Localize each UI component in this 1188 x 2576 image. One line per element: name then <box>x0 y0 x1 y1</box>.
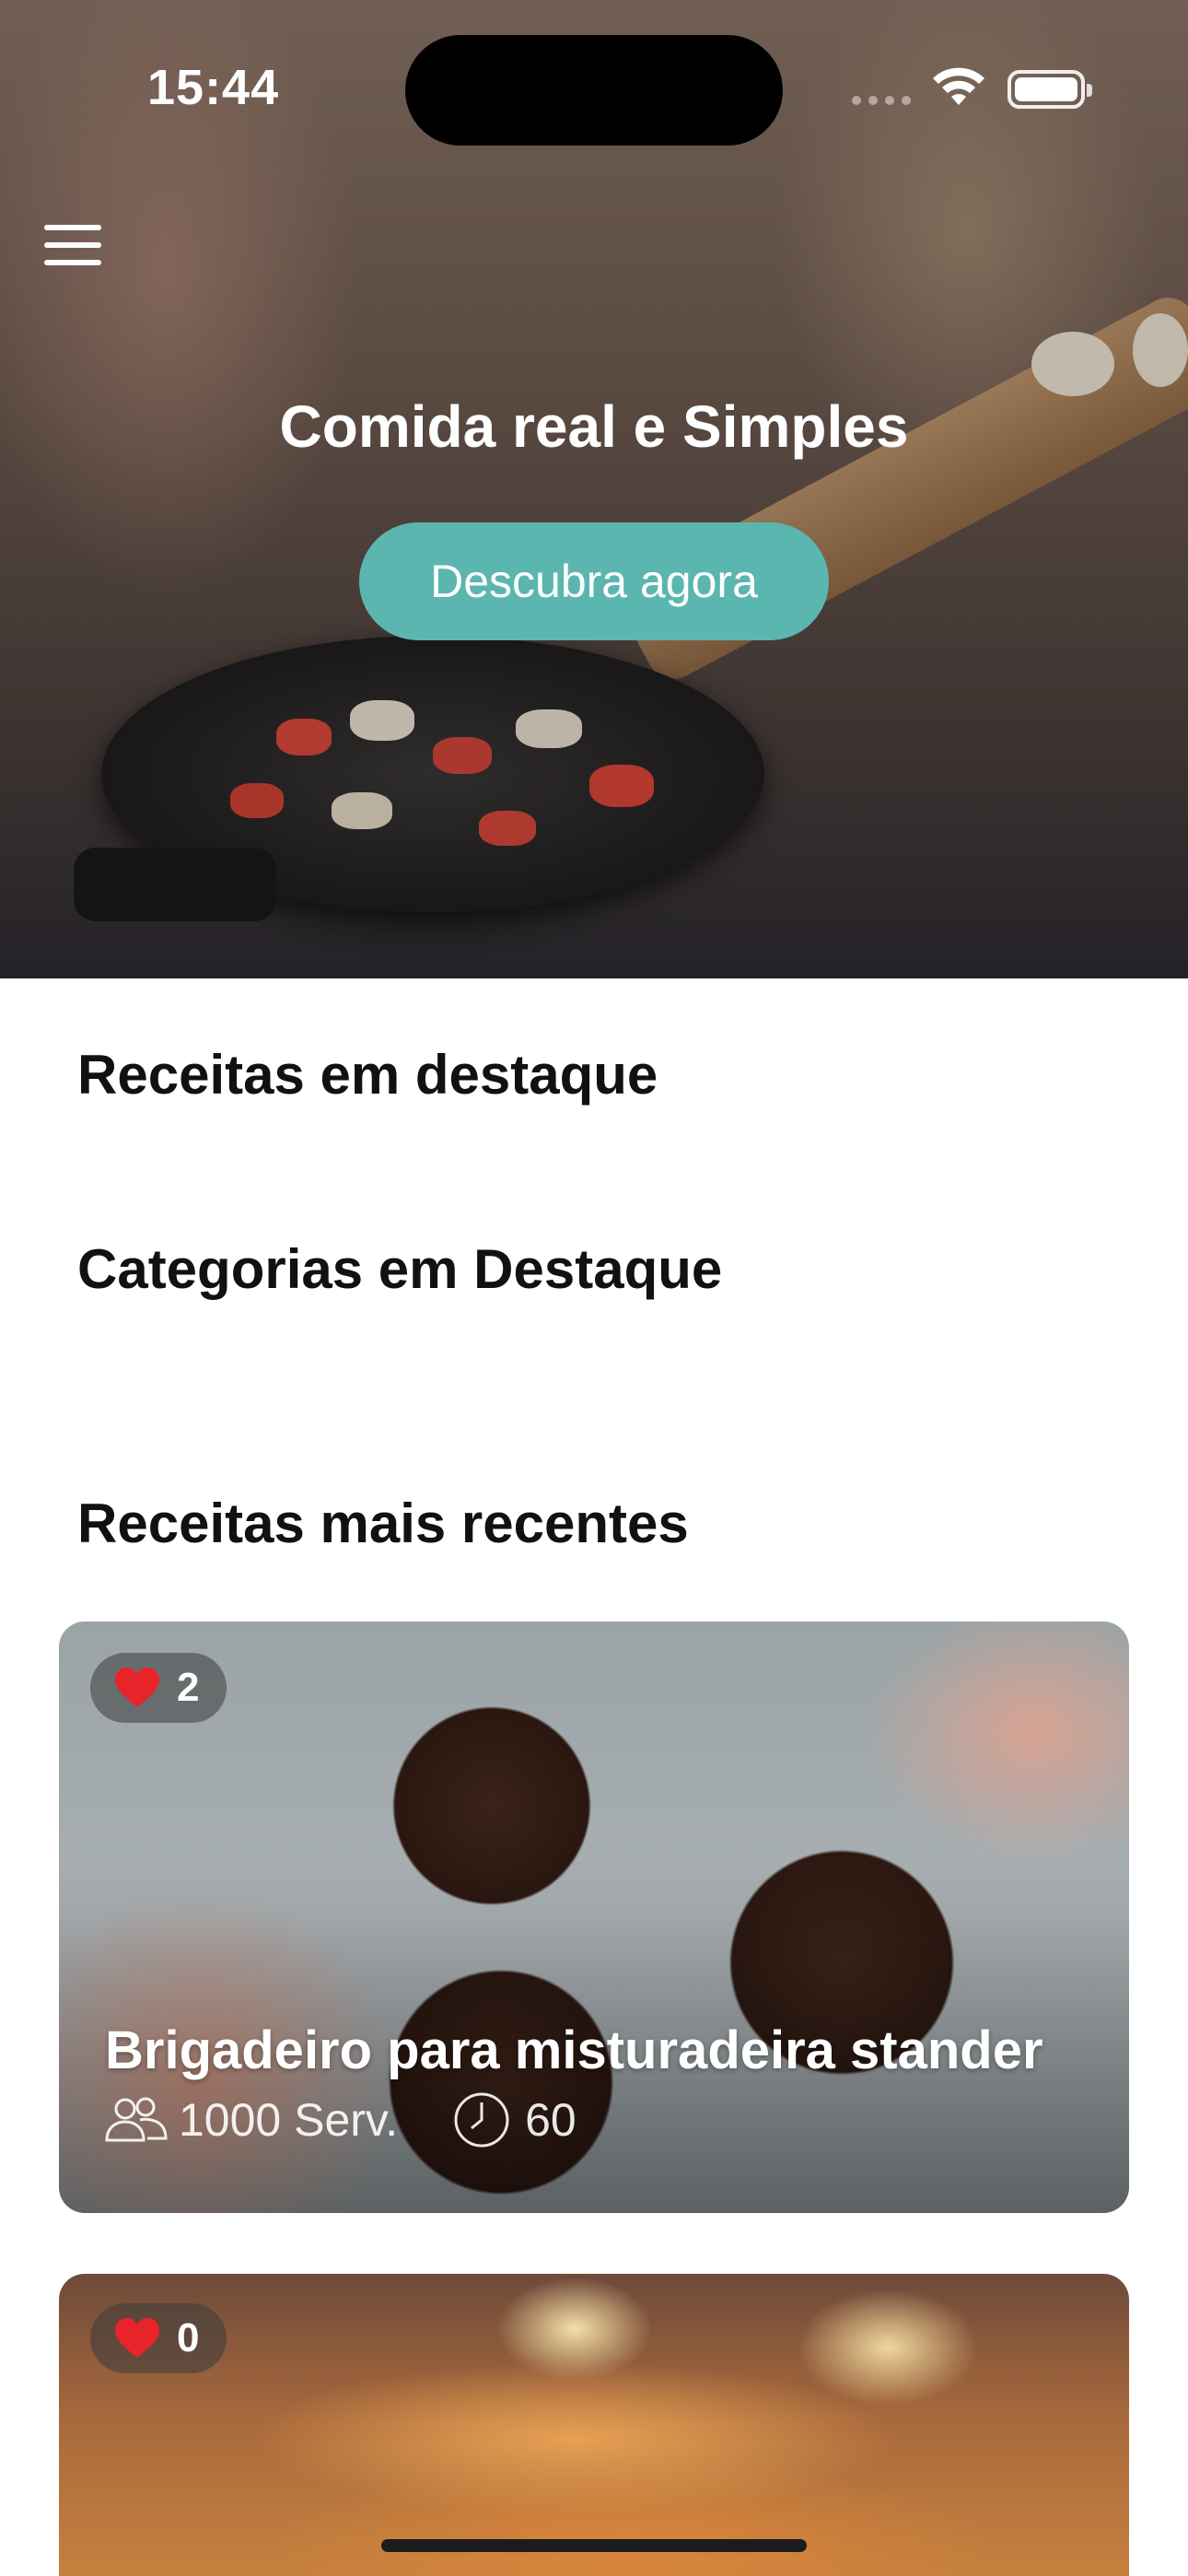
recipe-card[interactable]: 0 <box>59 2274 1129 2576</box>
like-badge[interactable]: 2 <box>90 1653 227 1723</box>
people-icon <box>105 2097 168 2142</box>
wifi-icon <box>933 67 984 105</box>
discover-now-button[interactable]: Descubra agora <box>359 522 829 640</box>
hamburger-menu-icon[interactable] <box>44 225 101 265</box>
dynamic-island <box>405 35 783 146</box>
cellular-signal-icon <box>852 96 913 107</box>
hero-title: Comida real e Simples <box>279 393 909 460</box>
recipe-meta: 1000 Serv. 60 <box>103 2091 577 2149</box>
recipe-time: 60 <box>525 2094 577 2146</box>
like-badge[interactable]: 0 <box>90 2303 227 2373</box>
home-indicator <box>381 2539 807 2552</box>
recipe-card[interactable]: 2 Brigadeiro para misturadeira stander 1… <box>59 1622 1129 2213</box>
hero-banner: 15:44 Comida real e Simples Descubra ago… <box>0 0 1188 978</box>
featured-categories-heading: Categorias em Destaque <box>77 1238 723 1300</box>
clock-icon <box>454 2092 509 2148</box>
status-time: 15:44 <box>147 60 280 115</box>
battery-icon <box>1007 70 1092 109</box>
hero-overlay <box>0 0 1188 978</box>
featured-recipes-heading: Receitas em destaque <box>77 1044 658 1106</box>
heart-icon <box>115 1668 159 1707</box>
heart-icon <box>115 2318 159 2358</box>
recipe-servings: 1000 Serv. <box>179 2094 399 2146</box>
like-count: 0 <box>177 2315 200 2360</box>
recent-recipes-heading: Receitas mais recentes <box>77 1493 689 1554</box>
recipe-title: Brigadeiro para misturadeira stander <box>105 2020 1043 2080</box>
like-count: 2 <box>177 1665 200 1710</box>
